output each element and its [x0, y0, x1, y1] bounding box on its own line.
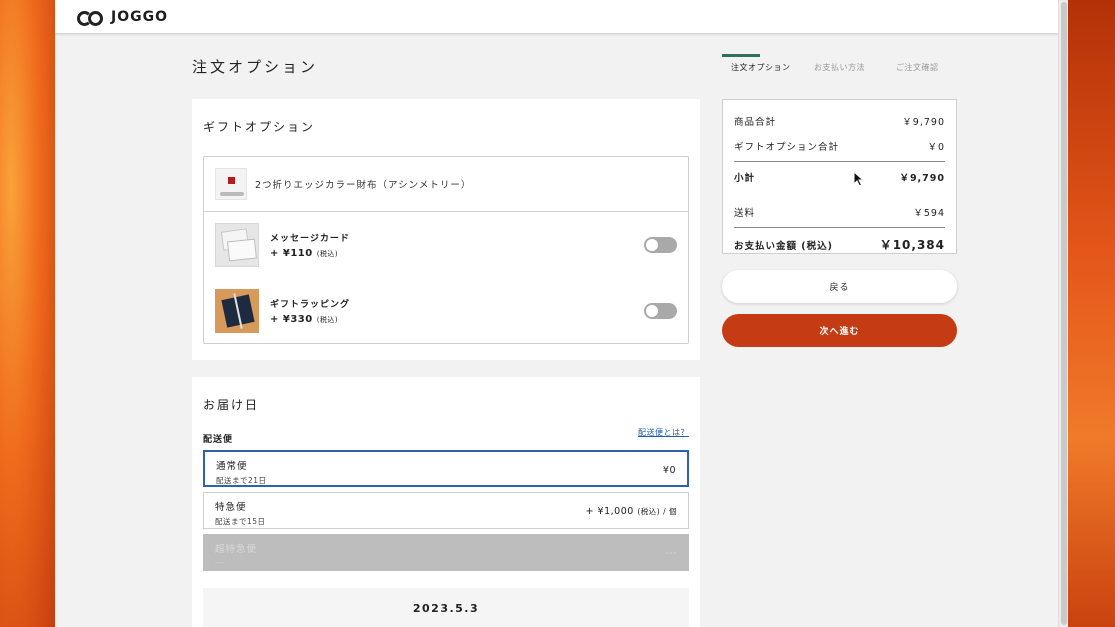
summary-subtotal-row: 小計 ￥9,790 [734, 170, 945, 184]
message-card-toggle[interactable] [644, 237, 677, 253]
shipping-option-express[interactable]: 特急便 配送まで15日 + ¥1,000 (税込) / 個 [203, 492, 689, 529]
mouse-cursor-icon [853, 171, 865, 187]
summary-label: 小計 [734, 173, 756, 184]
gift-wrapping-image [215, 289, 259, 333]
divider [734, 227, 945, 228]
option-name: メッセージカード [270, 234, 350, 244]
step-order-options: 注文オプション [722, 54, 806, 73]
summary-value: ￥594 [913, 208, 945, 219]
page-scrollbar[interactable] [1058, 0, 1068, 627]
option-name: ギフトラッピング [270, 300, 351, 310]
shipping-option-super-express: 超特急便 --- --- [203, 534, 689, 571]
site-header: JOGGO [55, 0, 1058, 33]
gift-options-box: 2つ折りエッジカラー財布（アシンメトリー） メッセージカード + ¥110 (税… [203, 156, 689, 344]
summary-gift-row: ギフトオプション合計 ￥0 [734, 139, 945, 153]
delivery-method-label: 配送便 [203, 435, 234, 445]
product-name: 2つ折りエッジカラー財布（アシンメトリー） [255, 180, 472, 191]
brand-name: JOGGO [111, 8, 168, 25]
delivery-date: 2023.5.3 [412, 602, 480, 615]
gift-wrapping-toggle[interactable] [644, 303, 677, 319]
summary-label: 商品合計 [734, 117, 777, 128]
option-price: + ¥330 (税込) [270, 314, 339, 325]
message-card-image [215, 223, 259, 267]
shipping-option-name: 超特急便 [215, 544, 258, 555]
gift-options-card: ギフトオプション 2つ折りエッジカラー財布（アシンメトリー） メッセージカード … [192, 99, 700, 360]
option-price: + ¥110 (税込) [270, 248, 339, 259]
shipping-option-price: --- [665, 548, 677, 559]
product-thumbnail [215, 168, 247, 200]
delivery-help-link[interactable]: 配送便とは？ [638, 427, 689, 438]
step-order-confirm: ご注文確認 [896, 63, 939, 72]
summary-label: ギフトオプション合計 [734, 142, 840, 153]
summary-shipping-row: 送料 ￥594 [734, 205, 945, 219]
back-button[interactable]: 戻る [722, 270, 957, 303]
checkout-steps: 注文オプション お支払い方法 ご注文確認 [722, 54, 958, 73]
product-row: 2つ折りエッジカラー財布（アシンメトリー） [204, 157, 688, 212]
joggo-logo-icon [77, 10, 103, 26]
browser-window: JOGGO 注文オプション 注文オプション お支払い方法 ご注文確認 ギフトオプ… [55, 0, 1068, 627]
shipping-option-eta: --- [215, 558, 225, 567]
summary-label: 送料 [734, 208, 756, 219]
summary-value: ￥0 [927, 142, 945, 153]
page-title: 注文オプション [192, 58, 319, 76]
summary-total-row: お支払い金額 (税込) ￥10,384 [734, 236, 945, 253]
delivery-card: お届け日 配送便 配送便とは？ 通常便 配送まで21日 ¥0 特急便 配送まで1… [192, 377, 700, 627]
next-button[interactable]: 次へ進む [722, 314, 957, 347]
divider [734, 161, 945, 162]
step-payment-method: お支払い方法 [814, 63, 865, 72]
summary-value: ￥9,790 [899, 173, 945, 184]
gift-section-title: ギフトオプション [203, 120, 316, 134]
summary-total-value: ￥10,384 [879, 238, 945, 252]
shipping-option-standard[interactable]: 通常便 配送まで21日 ¥0 [203, 450, 689, 487]
desktop-wallpaper-left [0, 0, 56, 627]
gift-option-wrapping: ギフトラッピング + ¥330 (税込) [204, 278, 688, 344]
shipping-option-eta: 配送まで21日 [216, 476, 267, 485]
order-summary: 商品合計 ￥9,790 ギフトオプション合計 ￥0 小計 ￥9,790 送料 ￥… [722, 99, 957, 254]
delivery-date-selector[interactable]: 2023.5.3 [203, 588, 689, 627]
scrollbar-thumb[interactable] [1061, 2, 1067, 625]
shipping-option-name: 通常便 [216, 461, 248, 472]
shipping-option-eta: 配送まで15日 [215, 517, 266, 526]
brand-logo[interactable]: JOGGO [77, 8, 168, 26]
delivery-section-title: お届け日 [203, 398, 260, 412]
summary-label: お支払い金額 (税込) [734, 240, 833, 252]
desktop-wallpaper-right [1065, 0, 1115, 627]
shipping-option-price: ¥0 [662, 465, 676, 476]
shipping-option-price: + ¥1,000 (税込) / 個 [585, 506, 677, 517]
summary-value: ￥9,790 [902, 117, 945, 128]
gift-option-message-card: メッセージカード + ¥110 (税込) [204, 212, 688, 278]
summary-items-row: 商品合計 ￥9,790 [734, 114, 945, 128]
